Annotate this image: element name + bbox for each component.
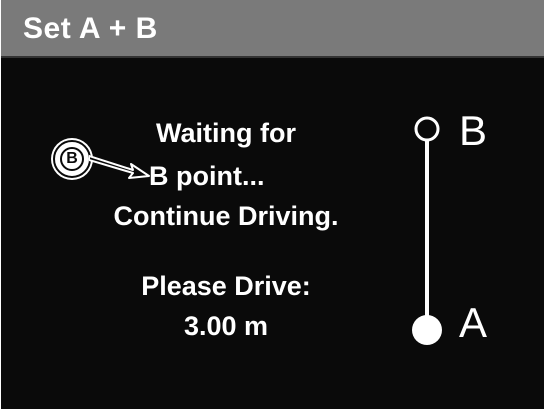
screen: Set A + B Waiting for B point... Continu… — [0, 0, 544, 409]
b-point-icon-letter: B — [60, 147, 84, 171]
title-bar: Set A + B — [1, 0, 544, 58]
b-point-marker — [414, 116, 440, 142]
ab-line-diagram — [412, 116, 442, 345]
b-point-label: B — [459, 107, 488, 154]
drive-distance: 3.00 m — [183, 311, 269, 341]
pointer-arrow-icon — [89, 155, 150, 179]
screen-title: Set A + B — [23, 12, 158, 45]
a-point-label: A — [459, 299, 488, 346]
a-point-marker — [412, 315, 442, 345]
status-line-3: Continue Driving. — [113, 201, 339, 231]
drive-prompt: Please Drive: — [141, 271, 311, 301]
b-point-icon: B — [53, 140, 91, 178]
status-line-1: Waiting for — [156, 118, 296, 148]
status-line-2: B point... — [149, 161, 265, 191]
